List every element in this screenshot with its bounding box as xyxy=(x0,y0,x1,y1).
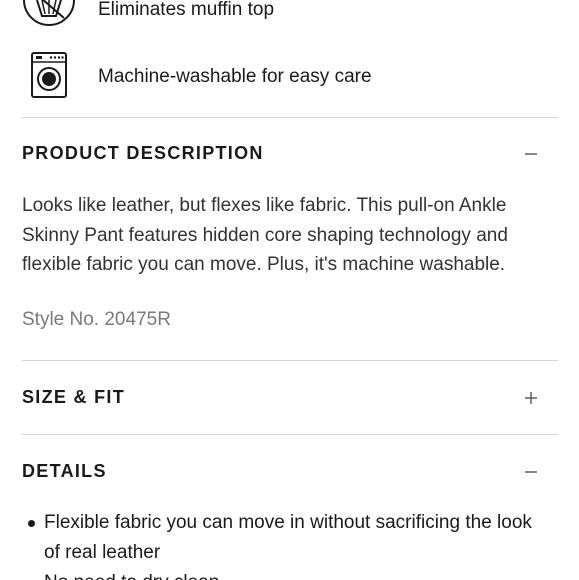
bullet-icon xyxy=(28,520,35,527)
list-item-text: Flexible fabric you can move in without … xyxy=(44,512,532,563)
section-title: SIZE & FIT xyxy=(22,387,125,407)
list-item-text: No need to dry clean xyxy=(44,572,219,580)
washing-machine-icon xyxy=(22,48,76,102)
minus-icon xyxy=(524,147,538,161)
plus-icon xyxy=(524,391,538,405)
minus-icon xyxy=(524,465,538,479)
section-title: PRODUCT DESCRIPTION xyxy=(22,143,264,163)
style-number: Style No. 20475R xyxy=(22,309,171,330)
feature-label: Eliminates muffin top xyxy=(98,0,275,20)
divider xyxy=(22,360,558,361)
list-item: Flexible fabric you can move in without … xyxy=(22,508,542,567)
feature-item: Eliminates muffin top xyxy=(0,0,579,36)
details-list: Flexible fabric you can move in without … xyxy=(22,508,542,580)
product-details-panel: Eliminates muffin top Machine-washable f… xyxy=(0,0,579,580)
product-description-toggle[interactable]: PRODUCT DESCRIPTION xyxy=(22,135,558,175)
section-title: DETAILS xyxy=(22,461,107,481)
product-description-text: Looks like leather, but flexes like fabr… xyxy=(22,195,508,275)
feature-label: Machine-washable for easy care xyxy=(98,66,372,87)
muffin-top-icon xyxy=(22,0,76,34)
divider xyxy=(22,434,558,435)
details-toggle[interactable]: DETAILS xyxy=(22,453,558,493)
feature-item: Machine-washable for easy care xyxy=(0,48,579,104)
list-item: No need to dry clean xyxy=(22,568,542,580)
divider xyxy=(22,117,558,118)
size-fit-toggle[interactable]: SIZE & FIT xyxy=(22,379,558,419)
